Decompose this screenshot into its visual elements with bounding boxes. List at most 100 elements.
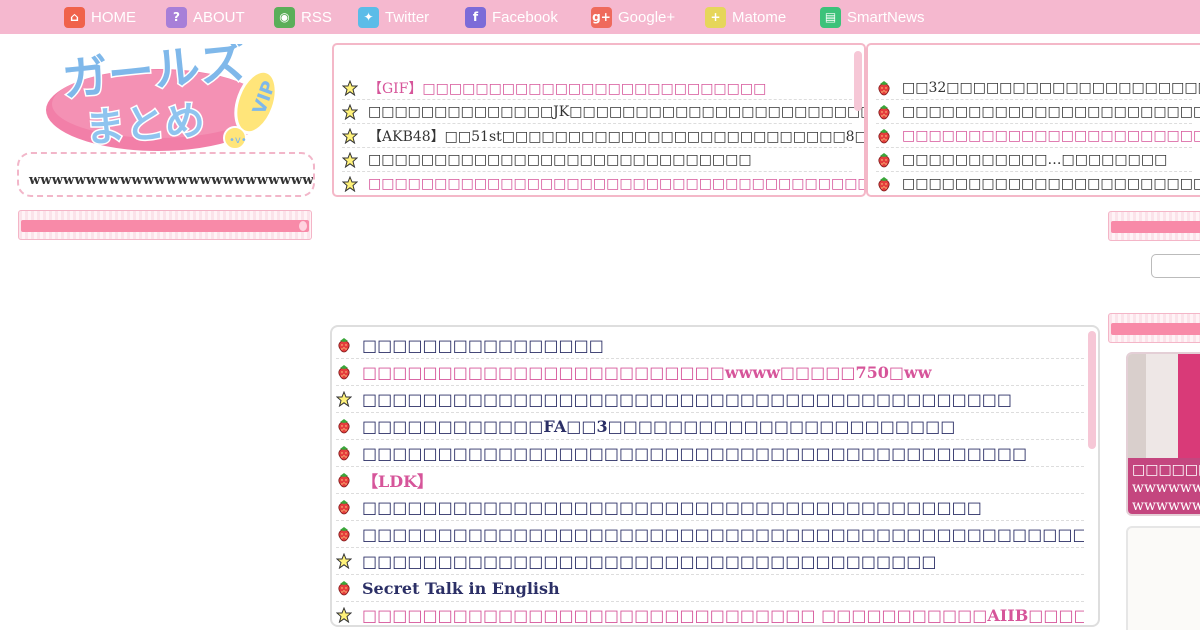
ticker-item-title[interactable]: □□□□□□□□□□□□□□JK□□□□□□□□□□□□□□□□□□□□□□□□… — [368, 104, 864, 120]
strawberry-icon — [336, 526, 352, 542]
ticker-item[interactable]: 【GIF】□□□□□□□□□□□□□□□□□□□□□□□□□□ — [342, 76, 852, 100]
ticker-item-title[interactable]: □□□□□□□□□□□□□□□□□□□□□□□□□□□□□□□□□ — [902, 104, 1200, 120]
header-strip — [1111, 323, 1200, 335]
strawberry-icon — [336, 418, 352, 434]
article-item[interactable]: □□□□□□□□□□□□□□□□□□□□□□□□□□□□□□□□□□□□□□□□… — [336, 521, 1084, 548]
ticker-item-title[interactable]: □□□□□□□□□□□□□□□□□□□□□□□□□□□□□□□□□□□□□□□□… — [368, 176, 864, 192]
site-logo[interactable]: ガールズ まとめ VIP •v• — [42, 33, 290, 160]
article-list-panel[interactable]: □□□□□□□□□□□□□□□□ □□□□□□□□□□□□□□□□□□□□□□□□… — [330, 325, 1100, 627]
article-item[interactable]: □□□□□□□□□□□□□□□□□□□□□□□□□□□□□□□□□□□□□□ — [336, 548, 1084, 575]
featured-card[interactable]: □□□□□□□□ wwwwwwww wwwwwwww — [1126, 352, 1200, 516]
strawberry-icon — [876, 152, 892, 168]
article-item-title[interactable]: □□□□□□□□□□□□FA□□3□□□□□□□□□□□□□□□□□□□□□□□ — [362, 417, 955, 436]
article-item[interactable]: □□□□□□□□□□□□FA□□3□□□□□□□□□□□□□□□□□□□□□□□ — [336, 413, 1084, 440]
strawberry-icon — [336, 337, 352, 353]
article-item[interactable]: Secret Talk in English — [336, 575, 1084, 602]
ticker-item[interactable]: □□□□□□□□□□□□□□JK□□□□□□□□□□□□□□□□□□□□□□□□… — [342, 100, 864, 124]
top-nav: ⌂ HOME? ABOUT ◉ RSS ✦ Twitter f Facebook g+ Google… — [0, 0, 1200, 34]
ticker-left-list: 【GIF】□□□□□□□□□□□□□□□□□□□□□□□□□□ □□□□□□□□□… — [342, 76, 864, 195]
article-list-scrollbar[interactable] — [1088, 331, 1096, 449]
star-icon — [336, 391, 352, 407]
right-section-header — [1108, 211, 1200, 241]
article-item-title[interactable]: □□□□□□□□□□□□□□□□ — [362, 336, 604, 355]
article-item[interactable]: □□□□□□□□□□□□□□□□□□□□□□□□wwww□□□□□750□ww — [336, 359, 1084, 386]
nav-twitter[interactable]: ✦ Twitter — [358, 6, 430, 28]
nav-label: ABOUT — [193, 8, 245, 26]
nav-google[interactable]: g+ Google+ — [591, 6, 675, 28]
catchphrase-text: wwwwwwwwwwwwwwwwwwwwwwwwwwww — [29, 173, 314, 188]
ticker-item[interactable]: □□□□□□□□□□□□□□□□□□□□□□□□□□□□□□□□□□□□□□□□… — [876, 172, 1200, 195]
star-icon — [336, 553, 352, 569]
ticker-right-list: □□32□□□□□□□□□□□□□□□□□□□ □□□□□□□ □□□□□□□□□□… — [876, 76, 1200, 195]
question-icon: ? — [166, 6, 187, 28]
nav-label: Facebook — [492, 8, 558, 26]
star-icon — [342, 175, 358, 192]
article-item-title[interactable]: □□□□□□□□□□□□□□□□□□□□□□□□□□□□□□ □□□□□□□□□… — [362, 606, 1084, 625]
article-item-title[interactable]: □□□□□□□□□□□□□□□□□□□□□□□□□□□□□□□□□□□□□□□□… — [362, 525, 1084, 544]
star-icon — [336, 607, 352, 623]
smartnews-icon: ▤ — [820, 6, 841, 28]
strawberry-icon — [336, 472, 352, 488]
ticker-left-scrollbar[interactable] — [854, 51, 862, 111]
ticker-item[interactable]: □□□□□□□□□□□□□□□□□□□□□□□□□□□□□□□□□□□□□□□□… — [876, 124, 1200, 148]
article-item[interactable]: □□□□□□□□□□□□□□□□□□□□□□□□□□□□□□□□□□□□□□□□… — [336, 386, 1084, 413]
strawberry-icon — [336, 580, 352, 596]
article-item[interactable]: □□□□□□□□□□□□□□□□□□□□□□□□□□□□□□ □□□□□□□□□… — [336, 602, 1084, 625]
nav-matome[interactable]: + Matome — [705, 6, 787, 28]
featured-card-2[interactable] — [1126, 526, 1200, 630]
facebook-icon: f — [465, 6, 486, 28]
article-item[interactable]: □□□□□□□□□□□□□□□□□□□□□□□□□□□□□□□□□□□□□□□□… — [336, 440, 1084, 467]
nav-smartnews[interactable]: ▤ SmartNews — [820, 6, 925, 28]
article-item-title[interactable]: □□□□□□□□□□□□□□□□□□□□□□□□wwww□□□□□750□ww — [362, 363, 932, 382]
nav-label: Twitter — [385, 8, 430, 26]
article-item[interactable]: □□□□□□□□□□□□□□□□□□□□□□□□□□□□□□□□□□□□□□□□… — [336, 494, 1084, 521]
ticker-item-title[interactable]: □□□□□□□□□□□…□□□□□□□□ — [902, 152, 1167, 168]
ticker-item-title[interactable]: 【GIF】□□□□□□□□□□□□□□□□□□□□□□□□□□ — [368, 78, 766, 98]
google-plus-icon: g+ — [591, 6, 612, 28]
search-input[interactable] — [1151, 254, 1200, 278]
ticker-item[interactable]: □□32□□□□□□□□□□□□□□□□□□□□□□□□□□ — [876, 76, 1200, 100]
strawberry-icon — [336, 445, 352, 461]
article-item[interactable]: 【LDK】 — [336, 467, 1084, 494]
star-icon — [342, 79, 358, 96]
plus-icon: + — [705, 6, 726, 28]
featured-card-image — [1128, 354, 1200, 458]
strawberry-icon — [876, 80, 892, 96]
header-strip — [21, 220, 309, 232]
article-item-title[interactable]: □□□□□□□□□□□□□□□□□□□□□□□□□□□□□□□□□□□□□□□□… — [362, 498, 982, 517]
page: ⌂ HOME? ABOUT ◉ RSS ✦ Twitter f Facebook g+ Google… — [0, 0, 1200, 630]
ticker-left[interactable]: 【GIF】□□□□□□□□□□□□□□□□□□□□□□□□□□ □□□□□□□□□… — [332, 43, 866, 197]
article-item-title[interactable]: □□□□□□□□□□□□□□□□□□□□□□□□□□□□□□□□□□□□□□□□… — [362, 390, 1012, 409]
ticker-item-title[interactable]: □□32□□□□□□□□□□□□□□□□□□□□□□□□□□ — [902, 80, 1200, 96]
ticker-item[interactable]: □□□□□□□□□□□…□□□□□□□□ — [876, 148, 1192, 172]
ticker-item[interactable]: □□□□□□□□□□□□□□□□□□□□□□□□□□□□□□□□□□□□□□□□… — [342, 172, 864, 195]
article-item-title[interactable]: Secret Talk in English — [362, 579, 560, 598]
ticker-right[interactable]: □□32□□□□□□□□□□□□□□□□□□□ □□□□□□□ □□□□□□□□□□… — [866, 43, 1200, 197]
nav-home[interactable]: ⌂ HOME — [64, 6, 136, 28]
ticker-item[interactable]: □□□□□□□□□□□□□□□□□□□□□□□□□□□□□ — [342, 148, 852, 172]
ticker-item-title[interactable]: 【AKB48】□□51st□□□□□□□□□□□□□□□□□□□□□□□□□□8… — [368, 126, 864, 146]
ticker-item-title[interactable]: □□□□□□□□□□□□□□□□□□□□□□□□□□□□□□□□□□□□□□□□… — [902, 128, 1200, 144]
article-item-title[interactable]: 【LDK】 — [362, 468, 433, 492]
catchphrase-bubble: wwwwwwwwwwwwwwwwwwwwwwwwwwww — [17, 152, 315, 197]
strawberry-icon — [876, 128, 892, 144]
logo-graphic: ガールズ まとめ VIP •v• — [42, 33, 280, 155]
ticker-item-title[interactable]: □□□□□□□□□□□□□□□□□□□□□□□□□□□□□□□□□□□□□□□□… — [902, 176, 1200, 192]
nav-label: RSS — [301, 8, 332, 26]
ticker-item-title[interactable]: □□□□□□□□□□□□□□□□□□□□□□□□□□□□□ — [368, 152, 752, 168]
star-icon — [342, 151, 358, 168]
star-icon — [342, 127, 358, 144]
nav-label: Matome — [732, 8, 787, 26]
nav-rss[interactable]: ◉ RSS — [274, 6, 332, 28]
article-item-title[interactable]: □□□□□□□□□□□□□□□□□□□□□□□□□□□□□□□□□□□□□□ — [362, 552, 936, 571]
strawberry-icon — [876, 176, 892, 192]
nav-about[interactable]: ? ABOUT — [166, 6, 245, 28]
ticker-item[interactable]: 【AKB48】□□51st□□□□□□□□□□□□□□□□□□□□□□□□□□8… — [342, 124, 864, 148]
article-item-title[interactable]: □□□□□□□□□□□□□□□□□□□□□□□□□□□□□□□□□□□□□□□□… — [362, 444, 1027, 463]
home-icon: ⌂ — [64, 6, 85, 28]
article-item[interactable]: □□□□□□□□□□□□□□□□ — [336, 332, 1084, 359]
nav-facebook[interactable]: f Facebook — [465, 6, 558, 28]
twitter-icon: ✦ — [358, 6, 379, 28]
ticker-item[interactable]: □□□□□□□□□□□□□□□□□□□□□□□□□□□□□□□□□ — [876, 100, 1200, 124]
header-strip — [1111, 221, 1200, 233]
